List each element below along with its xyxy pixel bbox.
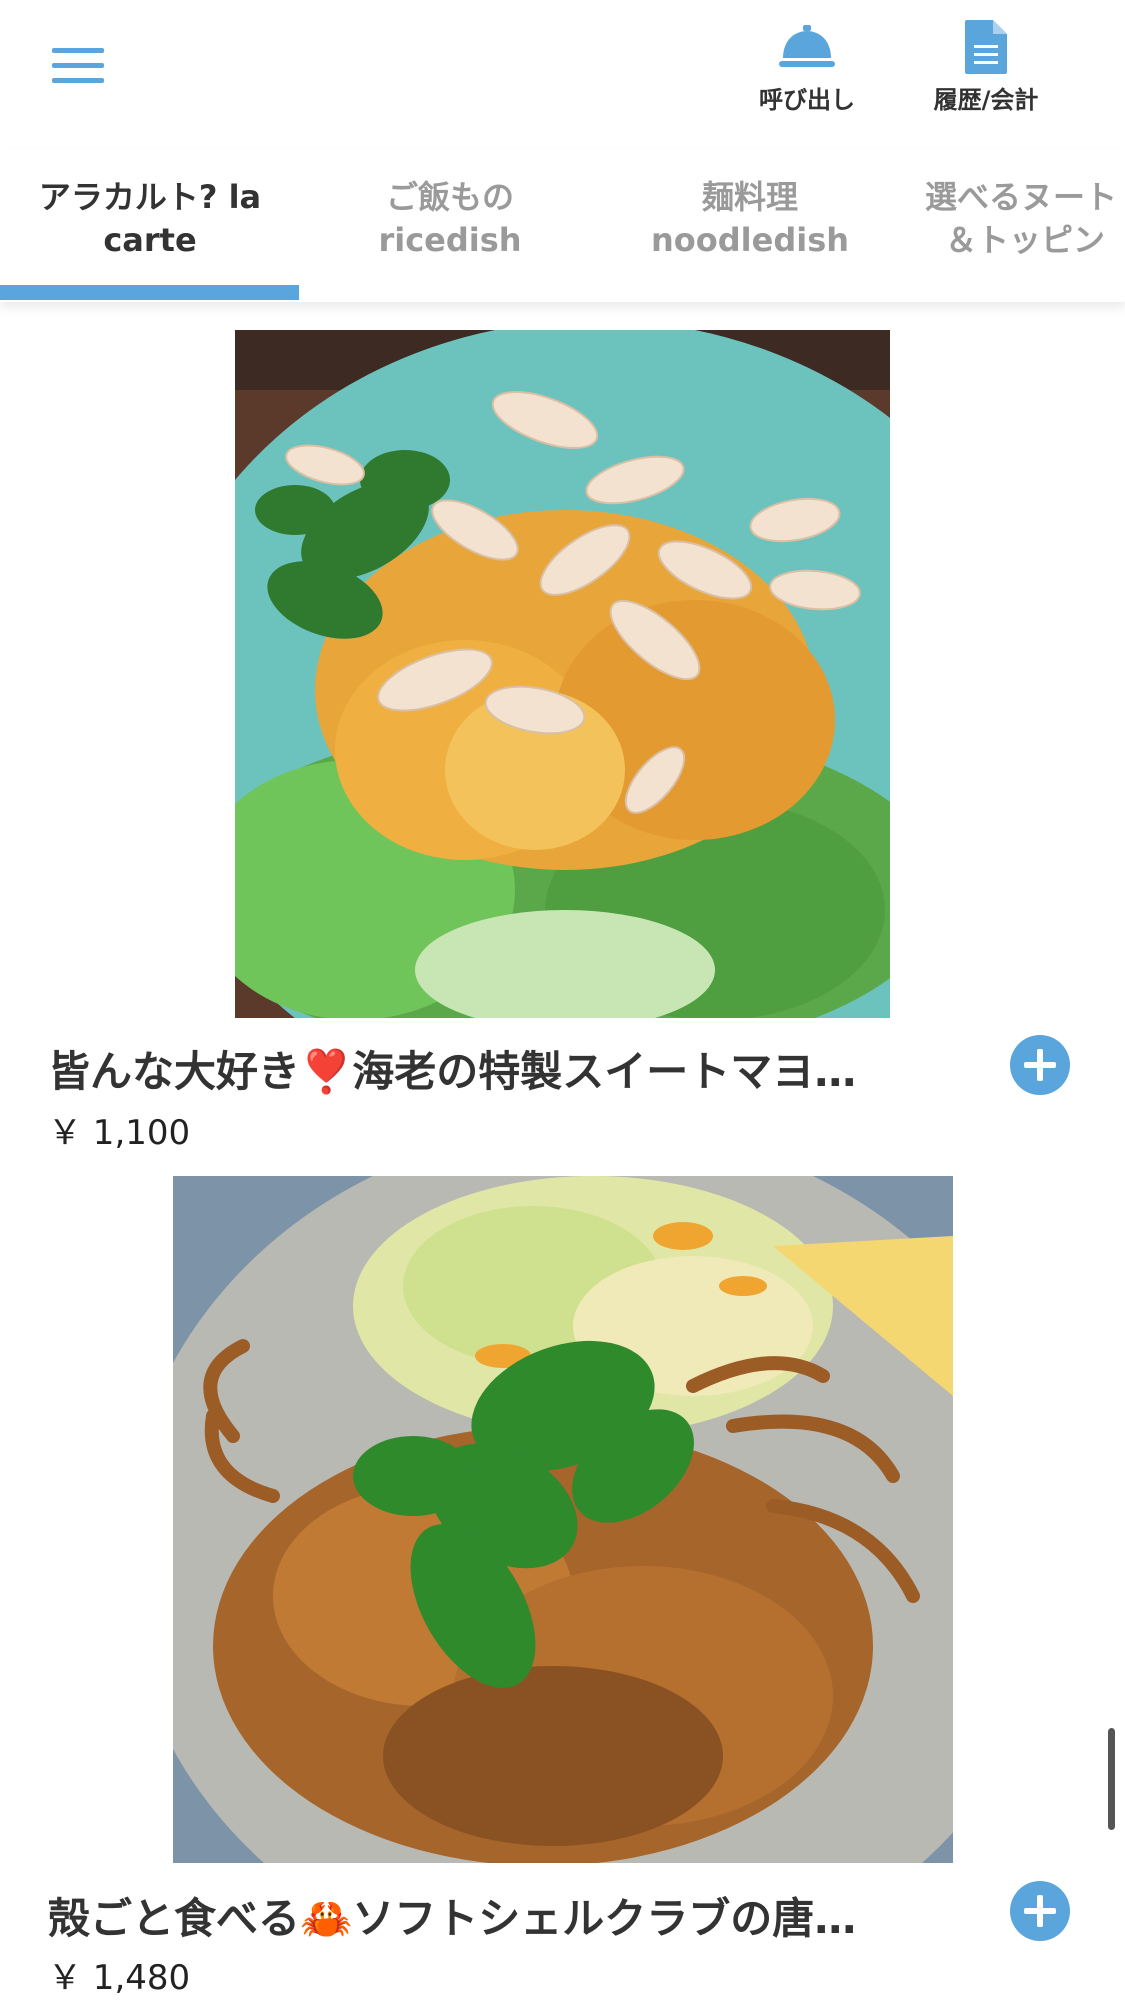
- app-header: 呼び出し 履歴/会計: [0, 0, 1125, 130]
- tab-label-line2: ＆トッピン: [945, 221, 1106, 259]
- soft-shell-crab-photo[interactable]: [173, 1176, 953, 1863]
- tab-label-line2: noodledish: [650, 221, 850, 259]
- call-staff-label: 呼び出し: [759, 86, 855, 114]
- tab-label-line1: ご飯もの: [385, 178, 514, 216]
- tab-label-line1: 選べるヌート: [925, 178, 1118, 216]
- item-name[interactable]: 皆んな大好き❣️海老の特製スイートマヨ…: [48, 1038, 978, 1099]
- tab-label-line1: アラカルト? la: [38, 178, 262, 216]
- category-tabs: アラカルト? la carte ご飯もの ricedish 麺料理 noodle…: [0, 150, 1125, 302]
- tab-label-line2: ricedish: [378, 221, 522, 259]
- call-staff-button[interactable]: 呼び出し: [737, 18, 877, 118]
- tab-noodledish[interactable]: 麺料理 noodledish: [600, 176, 900, 262]
- tab-label-line1: 麺料理: [701, 178, 798, 216]
- tab-choose-noodle-topping[interactable]: 選べるヌート ＆トッピン: [900, 176, 1125, 262]
- add-to-cart-button[interactable]: [1010, 1881, 1070, 1941]
- history-checkout-label: 履歴/会計: [933, 86, 1039, 114]
- service-bell-icon: [779, 25, 835, 67]
- item-price: ￥ 1,100: [48, 1113, 191, 1153]
- item-name[interactable]: 殻ごと食べる🦀ソフトシェルクラブの唐…: [48, 1885, 978, 1946]
- tab-label-line2: carte: [103, 221, 197, 259]
- menu-icon[interactable]: [52, 48, 104, 86]
- item-price: ￥ 1,480: [48, 1958, 191, 1998]
- tab-ricedish[interactable]: ご飯もの ricedish: [300, 176, 600, 262]
- add-to-cart-button[interactable]: [1010, 1035, 1070, 1095]
- tab-a-la-carte[interactable]: アラカルト? la carte: [0, 176, 300, 262]
- history-checkout-button[interactable]: 履歴/会計: [916, 18, 1056, 118]
- document-icon: [965, 20, 1007, 74]
- scrollbar[interactable]: [1108, 1728, 1115, 1830]
- active-tab-indicator: [0, 285, 299, 300]
- shrimp-mayo-photo[interactable]: [235, 330, 890, 1018]
